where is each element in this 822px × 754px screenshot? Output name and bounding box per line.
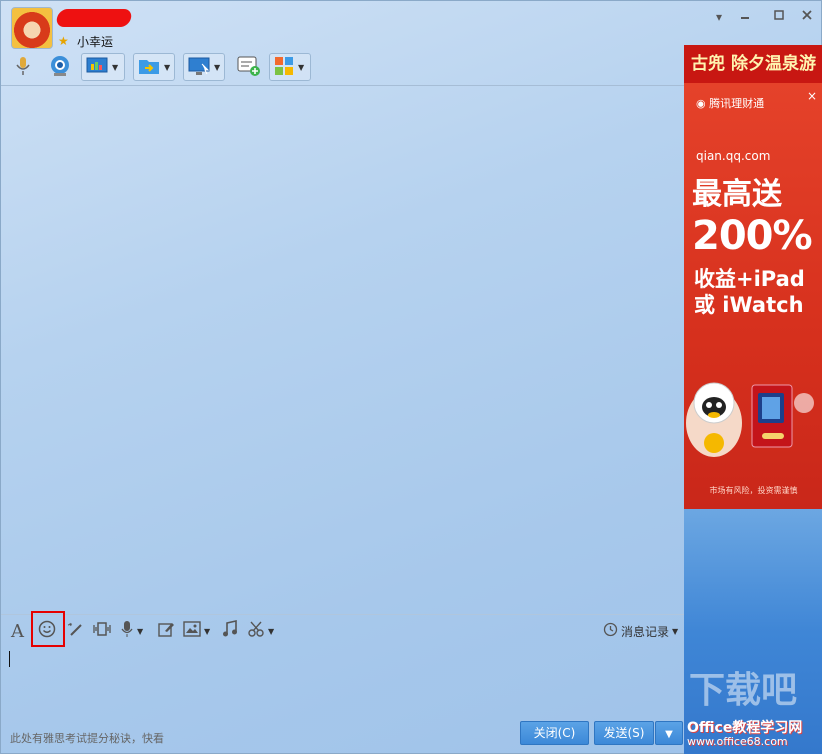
message-history-area[interactable]	[1, 86, 684, 614]
chevron-down-icon: ▼	[672, 626, 679, 636]
ad-logo-text: 腾讯理财通	[709, 97, 765, 110]
apps-button[interactable]: ▼	[269, 53, 311, 81]
music-note-icon	[221, 620, 239, 642]
microphone-icon	[12, 55, 34, 80]
close-icon[interactable]	[799, 9, 815, 25]
avatar[interactable]	[11, 7, 53, 49]
ad-close-icon[interactable]: ×	[807, 89, 817, 103]
message-history-label: 消息记录	[621, 624, 670, 639]
shake-icon	[92, 620, 112, 642]
screenshot-button[interactable]: ▼	[247, 621, 274, 641]
chevron-down-icon: ▼	[665, 729, 673, 740]
remote-desktop-icon	[187, 56, 211, 79]
new-discussion-button[interactable]	[233, 53, 265, 81]
watermark-url: www.office68.com	[687, 735, 788, 748]
ad-top-banner[interactable]: 古兜 除夕温泉游	[684, 45, 822, 83]
message-input[interactable]	[1, 647, 684, 717]
chevron-down-icon: ▼	[298, 62, 305, 72]
chevron-down-icon: ▼	[137, 626, 144, 636]
close-button[interactable]: 关闭(C)	[520, 721, 589, 745]
send-options-button[interactable]: ▼	[655, 721, 683, 745]
remote-desktop-button[interactable]: ▼	[183, 53, 225, 81]
redacted-contact-name	[55, 9, 133, 27]
chevron-down-icon[interactable]: ▾	[711, 9, 727, 25]
screen-share-button[interactable]: ▼	[81, 53, 125, 81]
font-button[interactable]: A	[11, 620, 24, 642]
apps-grid-icon	[273, 55, 295, 80]
chevron-down-icon: ▼	[214, 62, 221, 72]
ad-url: qian.qq.com	[696, 149, 771, 163]
doodle-button[interactable]	[157, 621, 175, 641]
wallet-icon: ◉	[696, 97, 706, 110]
magic-wand-icon	[67, 620, 85, 642]
message-history-button[interactable]: 消息记录 ▼	[603, 621, 678, 641]
chevron-down-icon: ▼	[268, 626, 275, 636]
ad-panel[interactable]: 古兜 除夕温泉游 ◉ 腾讯理财通 × qian.qq.com 最高送 200% …	[684, 45, 822, 509]
send-button[interactable]: 发送(S)	[594, 721, 654, 745]
bottom-tip-link[interactable]: 此处有雅思考试提分秘诀，快看	[10, 730, 164, 746]
file-transfer-icon	[137, 56, 161, 79]
file-transfer-button[interactable]: ▼	[133, 53, 175, 81]
contact-signature: 小幸运	[77, 35, 114, 49]
star-icon: ★	[58, 34, 69, 48]
chevron-down-icon: ▼	[204, 626, 211, 636]
video-call-button[interactable]	[45, 53, 75, 81]
ad-logo: ◉ 腾讯理财通	[696, 95, 764, 111]
send-image-button[interactable]: ▼	[183, 621, 210, 641]
ad-offer-line2: 或 iWatch	[694, 293, 804, 317]
scissors-icon	[247, 620, 265, 642]
ad-headline: 最高送	[692, 177, 782, 212]
camera-icon	[48, 54, 72, 81]
voice-message-button[interactable]: ▼	[120, 621, 143, 641]
ad-body[interactable]: ◉ 腾讯理财通 × qian.qq.com 最高送 200% 收益+iPad 或…	[684, 83, 822, 509]
watermark-site: Office教程学习网	[687, 720, 803, 736]
new-chat-icon	[236, 54, 262, 81]
image-icon	[183, 621, 201, 641]
chevron-down-icon: ▼	[164, 62, 171, 72]
minimize-icon[interactable]	[737, 9, 753, 25]
maximize-icon[interactable]	[771, 9, 787, 25]
ad-penguin-illustration	[684, 363, 822, 473]
highlight-box	[31, 611, 65, 647]
ad-disclaimer: 市场有风险，投资需谨慎	[709, 486, 798, 495]
magic-expression-button[interactable]	[67, 621, 85, 641]
chat-window: ★ 小幸运 ▾ ▼ ▼ ▼ ▼ 古兜 除夕温泉游 ◉ 腾讯理财通 × qian.…	[0, 0, 822, 754]
ad-percent: 200%	[692, 213, 813, 259]
shake-window-button[interactable]	[92, 621, 112, 641]
microphone-icon	[120, 620, 134, 642]
microphone-button[interactable]	[9, 53, 37, 81]
edit-icon	[157, 620, 175, 642]
chevron-down-icon: ▼	[112, 62, 119, 72]
font-icon: A	[11, 620, 24, 642]
screen-share-icon	[85, 56, 109, 79]
clock-icon	[603, 622, 618, 640]
music-button[interactable]	[221, 620, 239, 642]
